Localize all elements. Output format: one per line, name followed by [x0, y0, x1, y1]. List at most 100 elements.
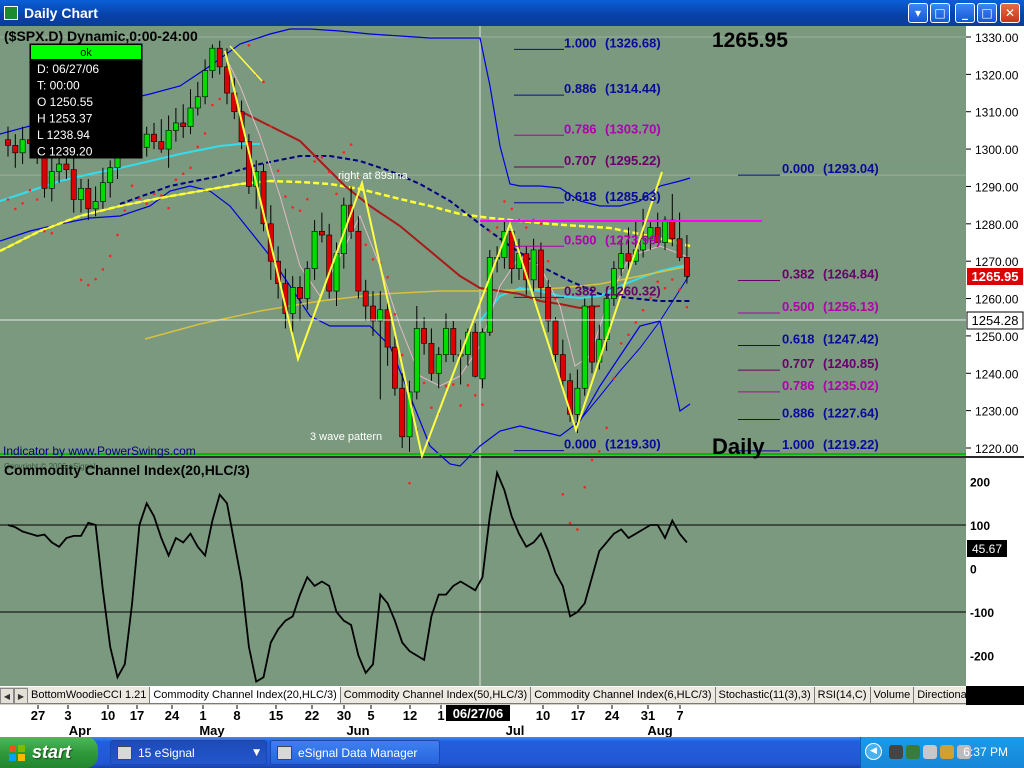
sar-dot — [386, 275, 389, 279]
cursor-data-window: ok D: 06/27/06 T: 00:00 O 1250.55 H 1253.37… — [29, 43, 143, 159]
tray-network-icon[interactable] — [906, 745, 920, 759]
indicator-tab-bar: ◀ ▶ BottomWoodieCCI 1.21 Commodity Channel … — [0, 686, 966, 705]
candle-body — [311, 230, 318, 269]
sar-dot — [123, 209, 127, 212]
price-axis-label: 1230.00 — [975, 405, 1019, 419]
tray-expand-icon[interactable]: ◀ — [865, 743, 882, 760]
candle-body — [158, 141, 165, 150]
candle-body — [5, 139, 11, 146]
sar-dot — [276, 169, 280, 173]
sar-dot — [371, 258, 375, 261]
candle-body — [326, 234, 333, 292]
restore-button[interactable]: □ — [977, 3, 997, 23]
chart-area[interactable]: 1.000 (1326.68) 0.886 (1314.44) 0.786 (1303.7… — [0, 26, 1024, 686]
start-button[interactable]: start — [0, 737, 98, 768]
date-axis: 27 3 10 17 24 1 8 15 22 30 5 12 1 10 17 24 31 7 Apr May Jun J… — [0, 705, 966, 737]
fib-ratio-label: 0.000 — [564, 437, 597, 452]
sar-dot — [43, 229, 46, 233]
sar-dot — [685, 305, 689, 309]
candle-body — [216, 47, 223, 68]
candle-body — [391, 346, 398, 389]
candle-body — [625, 253, 632, 262]
date-axis-day-label: 10 — [536, 708, 550, 723]
cursor-price-tag-text: 1254.28 — [972, 313, 1019, 328]
date-axis-day-label: 22 — [305, 708, 319, 723]
tray-app-icon[interactable] — [889, 745, 903, 759]
chart-toggle-button[interactable]: □ — [930, 3, 950, 23]
close-button[interactable]: ✕ — [1000, 3, 1020, 23]
sar-dot — [181, 172, 185, 176]
sar-dot — [327, 170, 331, 174]
ma-annotation: right at 89sma — [338, 170, 409, 182]
sar-dot — [400, 353, 404, 357]
fib-ratio-label: 0.382 — [564, 283, 597, 298]
tray-security-icon[interactable] — [940, 745, 954, 759]
candle-body — [384, 309, 391, 348]
fib-price-label: (1303.70) — [605, 121, 661, 136]
fib-price-label: (1285.63) — [605, 189, 661, 204]
fib-ratio-label: 0.000 — [782, 161, 815, 176]
esignal-task-icon — [117, 746, 132, 760]
windows-taskbar: start 15 eSignal ▼ eSignal Data Manager … — [0, 737, 1024, 768]
indicator-tab[interactable]: Stochastic(11(3),3) — [715, 687, 815, 704]
taskbar-data-manager[interactable]: eSignal Data Manager — [270, 740, 440, 765]
candle-body — [289, 287, 296, 314]
tab-scroll-right-icon[interactable]: ▶ — [14, 688, 28, 704]
last-price-tag: 1265.95 — [967, 268, 1023, 285]
sar-dot — [284, 195, 287, 198]
date-axis-day-label: 5 — [367, 708, 374, 723]
sar-dot — [145, 202, 148, 205]
sar-dot — [444, 384, 448, 388]
wave-annotation: 3 wave pattern — [310, 431, 382, 443]
indicator-tab[interactable]: Volume — [870, 687, 915, 704]
indicator-tab[interactable]: Directional — [914, 687, 966, 704]
fib-ratio-label: 0.382 — [782, 266, 815, 281]
indicator-tab[interactable]: BottomWoodieCCI 1.21 — [28, 687, 151, 704]
indicator-tab[interactable]: Commodity Channel Index(20,HLC/3) — [150, 687, 341, 704]
indicator-tab[interactable]: Commodity Channel Index(50,HLC/3) — [340, 687, 532, 704]
date-axis-month-label: Apr — [69, 723, 91, 737]
tab-scroll-left-icon[interactable]: ◀ — [0, 688, 14, 704]
date-axis-month-label: May — [199, 723, 225, 737]
candle-body — [297, 287, 303, 299]
tray-monitor-icon[interactable] — [923, 745, 937, 759]
candle-body — [472, 331, 479, 377]
esignal-app-icon[interactable] — [4, 6, 18, 20]
sar-dot — [430, 406, 433, 409]
candle-body — [428, 343, 435, 374]
fib-price-label: (1295.22) — [605, 153, 661, 168]
cci-axis-label: 200 — [970, 476, 990, 490]
candle-body — [370, 305, 376, 322]
sar-dot — [342, 151, 346, 154]
candle-body — [48, 171, 55, 189]
candle-body — [589, 305, 595, 363]
fib-ratio-label: 0.707 — [564, 153, 597, 168]
windows-flag-icon — [9, 745, 25, 761]
indicator-tab[interactable]: RSI(14,C) — [814, 687, 871, 704]
indicator-tab[interactable]: Commodity Channel Index(6,HLC/3) — [531, 687, 716, 704]
candle-body — [100, 182, 106, 202]
candle-body — [41, 156, 48, 189]
taskbar-task-label: eSignal Data Manager — [298, 746, 418, 760]
fib-ratio-label: 0.886 — [782, 405, 815, 420]
fib-ratio-label: 0.500 — [782, 299, 815, 314]
sar-dot — [203, 132, 207, 135]
cci-panel-title: Commodity Channel Index(20,HLC/3) — [4, 462, 250, 478]
data-manager-task-icon — [277, 746, 292, 760]
taskbar-esignal-group[interactable]: 15 eSignal ▼ — [110, 740, 267, 765]
window-menu-button[interactable]: ▾ — [908, 3, 928, 23]
fib-price-label: (1219.22) — [823, 437, 879, 452]
fib-price-label: (1256.13) — [823, 299, 879, 314]
candle-body — [12, 145, 19, 154]
data-window-row: C 1239.20 — [37, 145, 93, 159]
candle-body — [618, 253, 625, 269]
candle-body — [56, 163, 62, 172]
candle-body — [187, 107, 194, 127]
date-axis-month-label: Jun — [346, 723, 369, 737]
sar-dot — [495, 226, 499, 229]
minimize-button[interactable]: _ — [955, 3, 975, 23]
axis-corner — [966, 705, 1024, 737]
candle-body — [545, 287, 552, 322]
date-axis-day-label: 12 — [403, 708, 417, 723]
candle-body — [537, 249, 544, 288]
